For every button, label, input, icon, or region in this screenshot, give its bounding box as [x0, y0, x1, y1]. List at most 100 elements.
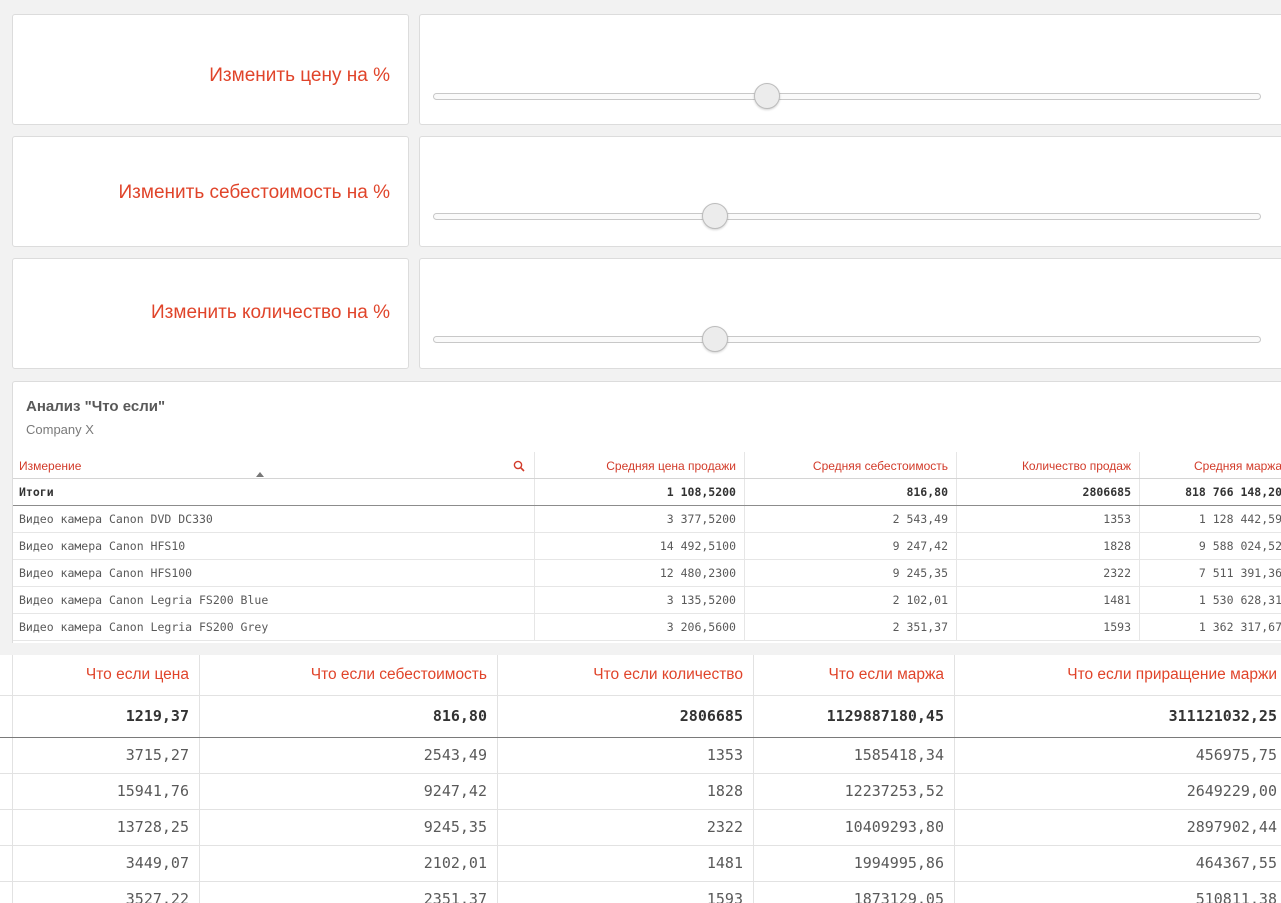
- table-cell: 464367,55: [1195, 854, 1277, 872]
- table-cell: 3449,07: [12, 846, 200, 881]
- table-cell: 2 102,01: [744, 587, 956, 613]
- table-cell: 10409293,80: [754, 810, 955, 845]
- table-cell: 2649229,00: [1186, 782, 1277, 800]
- table-cell: 7 511 391,36: [1139, 560, 1281, 586]
- table-title: Анализ "Что если": [26, 398, 166, 415]
- price-change-slider-track[interactable]: [433, 93, 1261, 100]
- column-header-whatif-qty[interactable]: Что если количество: [498, 655, 754, 695]
- table-cell: 1481: [956, 587, 1139, 613]
- what-if-analysis-table: Анализ "Что если" Company X Измерение Ср…: [12, 381, 1281, 643]
- what-if-results-table: Что если цена Что если себестоимость Что…: [0, 655, 1281, 903]
- table-cell: 9 588 024,52: [1139, 533, 1281, 559]
- table-cell: 1873129,05: [754, 882, 955, 903]
- row-dimension[interactable]: Видео камера Canon HFS100: [19, 560, 535, 586]
- table-cell: 1353: [498, 738, 754, 773]
- price-change-label: Изменить цену на %: [209, 65, 390, 86]
- table-totals-row: Итоги 1 108,5200 816,80 2806685 818 766 …: [13, 479, 1281, 506]
- table-cell: 3 206,5600: [534, 614, 744, 640]
- table-cell: 3527,22: [12, 882, 200, 903]
- table-cell: 1828: [956, 533, 1139, 559]
- table-cell: 1 128 442,59: [1139, 506, 1281, 532]
- table-cell: 1585418,34: [754, 738, 955, 773]
- table-cell: 1828: [498, 774, 754, 809]
- table-cell: 3 135,5200: [534, 587, 744, 613]
- row-dimension[interactable]: Видео камера Canon Legria FS200 Blue: [19, 587, 535, 613]
- table-cell: 12 480,2300: [534, 560, 744, 586]
- price-change-label-card: Изменить цену на %: [12, 14, 409, 125]
- table-cell: 1219,37: [12, 696, 200, 737]
- table-cell: 2806685: [498, 696, 754, 737]
- table-row: 3527,22 2351,37 1593 1873129,05 510811,3…: [0, 882, 1281, 903]
- column-header-whatif-margin[interactable]: Что если маржа: [754, 655, 955, 695]
- table-cell: 1 362 317,67: [1139, 614, 1281, 640]
- column-header-avg-price[interactable]: Средняя цена продажи: [534, 452, 744, 478]
- column-header-whatif-price[interactable]: Что если цена: [12, 655, 200, 695]
- table-cell: 3 377,5200: [534, 506, 744, 532]
- table-cell: 3715,27: [12, 738, 200, 773]
- table-cell: 2351,37: [200, 882, 498, 903]
- table-cell: 9247,42: [200, 774, 498, 809]
- table-cell: 1353: [956, 506, 1139, 532]
- table-cell: 1994995,86: [754, 846, 955, 881]
- table-cell: 2 543,49: [744, 506, 956, 532]
- table-cell: 510811,38: [1195, 890, 1277, 903]
- quantity-change-label: Изменить количество на %: [151, 302, 390, 323]
- table-cell: 311121032,25: [1168, 707, 1277, 725]
- table-row[interactable]: Видео камера Canon Legria FS200 Grey 3 2…: [13, 614, 1281, 641]
- column-header-dimension[interactable]: Измерение: [19, 452, 535, 478]
- table-header-row: Измерение Средняя цена продажи Средняя с…: [13, 452, 1281, 479]
- column-header-whatif-margin-increase[interactable]: Что если приращение маржи: [955, 655, 1281, 695]
- table-row: 13728,25 9245,35 2322 10409293,80 289790…: [0, 810, 1281, 846]
- table-row[interactable]: Видео камера Canon DVD DC330 3 377,5200 …: [13, 506, 1281, 533]
- table-subtitle: Company X: [26, 422, 94, 437]
- quantity-change-slider-handle[interactable]: [702, 326, 728, 352]
- quantity-change-label-card: Изменить количество на %: [12, 258, 409, 369]
- table-cell: 13728,25: [12, 810, 200, 845]
- table-cell: 9 247,42: [744, 533, 956, 559]
- row-dimension[interactable]: Видео камера Canon HFS10: [19, 533, 535, 559]
- table-row: 3449,07 2102,01 1481 1994995,86 464367,5…: [0, 846, 1281, 882]
- price-change-slider-handle[interactable]: [754, 83, 780, 109]
- sort-ascending-icon[interactable]: [256, 472, 264, 477]
- table-cell: 12237253,52: [754, 774, 955, 809]
- cost-change-slider-handle[interactable]: [702, 203, 728, 229]
- table-row[interactable]: Видео камера Canon Legria FS200 Blue 3 1…: [13, 587, 1281, 614]
- table-row: 3715,27 2543,49 1353 1585418,34 456975,7…: [0, 738, 1281, 774]
- table-cell: 1593: [956, 614, 1139, 640]
- column-header-whatif-cost[interactable]: Что если себестоимость: [200, 655, 498, 695]
- table-cell: 1 530 628,31: [1139, 587, 1281, 613]
- table-totals-row: 1219,37 816,80 2806685 1129887180,45 311…: [0, 696, 1281, 738]
- table-cell: 816,80: [200, 696, 498, 737]
- table-cell: 2322: [956, 560, 1139, 586]
- table-cell: 818 766 148,20: [1139, 479, 1281, 505]
- table-cell: 2102,01: [200, 846, 498, 881]
- table-cell: 1593: [498, 882, 754, 903]
- table-row[interactable]: Видео камера Canon HFS100 12 480,2300 9 …: [13, 560, 1281, 587]
- quantity-change-slider-card: [419, 258, 1281, 369]
- table-cell: 2322: [498, 810, 754, 845]
- cost-change-slider-track[interactable]: [433, 213, 1261, 220]
- table-row: 15941,76 9247,42 1828 12237253,52 264922…: [0, 774, 1281, 810]
- column-header-avg-margin[interactable]: Средняя маржа: [1139, 452, 1281, 478]
- table-cell: 15941,76: [12, 774, 200, 809]
- cost-change-slider-card: [419, 136, 1281, 247]
- table-header-row: Что если цена Что если себестоимость Что…: [0, 655, 1281, 696]
- table-cell: 1129887180,45: [754, 696, 955, 737]
- table-cell: 1481: [498, 846, 754, 881]
- table-cell: 816,80: [744, 479, 956, 505]
- price-change-slider-card: [419, 14, 1281, 125]
- table-cell: 9 245,35: [744, 560, 956, 586]
- quantity-change-slider-track[interactable]: [433, 336, 1261, 343]
- search-icon[interactable]: [513, 460, 525, 472]
- table-cell: 456975,75: [1195, 746, 1277, 764]
- table-cell: 1 108,5200: [534, 479, 744, 505]
- table-row[interactable]: Видео камера Canon HFS10 14 492,5100 9 2…: [13, 533, 1281, 560]
- row-dimension[interactable]: Видео камера Canon DVD DC330: [19, 506, 535, 532]
- column-header-avg-cost[interactable]: Средняя себестоимость: [744, 452, 956, 478]
- table-cell: 2897902,44: [1186, 818, 1277, 836]
- cost-change-label-card: Изменить себестоимость на %: [12, 136, 409, 247]
- column-header-sales-qty[interactable]: Количество продаж: [956, 452, 1139, 478]
- row-dimension[interactable]: Видео камера Canon Legria FS200 Grey: [19, 614, 535, 640]
- table-cell: 14 492,5100: [534, 533, 744, 559]
- table-cell: 2 351,37: [744, 614, 956, 640]
